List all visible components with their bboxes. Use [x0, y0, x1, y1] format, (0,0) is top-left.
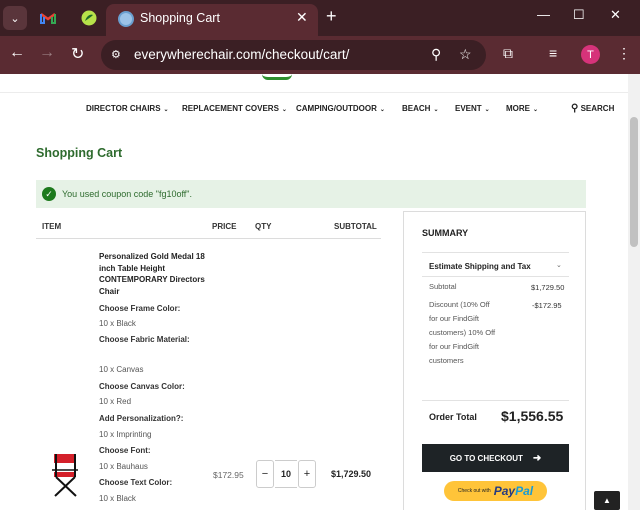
menu-icon[interactable]: ⋮	[617, 45, 631, 62]
nav-beach[interactable]: BEACH ⌄	[402, 104, 438, 113]
tab-search-icon[interactable]: ⌄	[3, 6, 27, 30]
order-summary: SUMMARY Estimate Shipping and Tax ⌄ Subt…	[403, 211, 586, 510]
active-tab[interactable]: Shopping Cart ✕	[106, 4, 318, 36]
qty-decrease-button[interactable]: −	[256, 460, 274, 488]
zoom-icon[interactable]: ⚲	[431, 46, 441, 63]
quantity-stepper: − 10 +	[256, 460, 316, 488]
order-total-label: Order Total	[429, 412, 477, 422]
tab-title: Shopping Cart	[140, 11, 220, 25]
notice-text: You used coupon code "fg10off".	[62, 189, 192, 199]
option-label: Add Personalization?:	[99, 414, 184, 423]
arrow-right-icon: ➜	[532, 452, 542, 464]
chevron-down-icon: ⌄	[433, 107, 439, 113]
option-value: 10 x Black	[99, 494, 136, 503]
maximize-icon[interactable]: ☐	[573, 7, 585, 23]
site-favicon	[118, 11, 134, 27]
forward-icon[interactable]: →	[39, 44, 55, 62]
item-subtotal: $1,729.50	[331, 469, 372, 479]
paypal-logo: PayPal	[493, 484, 534, 498]
option-label: Choose Frame Color:	[99, 304, 181, 313]
chevron-down-icon: ⌄	[533, 107, 539, 113]
nav-director-chairs[interactable]: DIRECTOR CHAIRS ⌄	[86, 104, 169, 113]
chevron-down-icon[interactable]: ⌄	[556, 261, 562, 269]
col-subtotal: SUBTOTAL	[334, 222, 377, 231]
site-info-icon[interactable]: ⚙	[111, 48, 127, 62]
gmail-icon[interactable]	[39, 9, 57, 27]
media-icon[interactable]: ≡	[549, 45, 557, 61]
scrollbar-thumb[interactable]	[630, 117, 638, 247]
browser-toolbar: ← → ↻ ⚙ everywherechair.com/checkout/car…	[0, 36, 640, 74]
product-image[interactable]	[48, 450, 84, 498]
option-label: Choose Canvas Color:	[99, 382, 185, 391]
chevron-down-icon: ⌄	[379, 107, 385, 113]
main-nav: DIRECTOR CHAIRS ⌄ REPLACEMENT COVERS ⌄ CAM…	[0, 103, 628, 118]
tab-strip: ⌄ Shopping Cart ✕ + — ☐ ✕	[0, 0, 640, 36]
summary-divider	[422, 400, 569, 401]
chevron-down-icon: ⌄	[163, 107, 169, 113]
go-to-checkout-button[interactable]: GO TO CHECKOUT ➜	[422, 444, 569, 472]
summary-divider	[422, 276, 569, 277]
back-icon[interactable]: ←	[9, 44, 25, 62]
search-link[interactable]: ⚲ SEARCH	[571, 103, 614, 114]
nav-replacement-covers[interactable]: REPLACEMENT COVERS ⌄	[182, 104, 287, 113]
window-close-icon[interactable]: ✕	[610, 7, 621, 23]
reload-icon[interactable]: ↻	[71, 44, 84, 64]
site-logo[interactable]	[262, 74, 292, 80]
col-item: ITEM	[42, 222, 62, 231]
avatar[interactable]: T	[581, 45, 600, 64]
extensions-icon[interactable]: ⧉	[503, 45, 513, 62]
option-value: 10 x Imprinting	[99, 430, 152, 439]
col-qty: QTY	[255, 222, 272, 231]
option-label: Choose Font:	[99, 446, 151, 455]
paypal-checkout-button[interactable]: Check out with PayPal	[444, 481, 547, 501]
table-header-divider	[36, 238, 381, 239]
page-content: DIRECTOR CHAIRS ⌄ REPLACEMENT COVERS ⌄ CAM…	[0, 74, 628, 510]
estimate-shipping-toggle[interactable]: Estimate Shipping and Tax	[429, 262, 531, 271]
subtotal-label: Subtotal	[429, 282, 457, 291]
nav-event[interactable]: EVENT ⌄	[455, 104, 490, 113]
page-scrollbar[interactable]	[628, 74, 640, 510]
chevron-down-icon: ⌄	[484, 107, 490, 113]
page-title: Shopping Cart	[36, 146, 123, 160]
item-price: $172.95	[213, 470, 244, 480]
discount-label: Discount (10% Off for our FindGift custo…	[429, 300, 496, 365]
back-to-top-button[interactable]: ▲	[594, 491, 620, 510]
search-icon: ⚲	[571, 103, 579, 114]
close-icon[interactable]: ✕	[296, 9, 308, 26]
coupon-notice: ✓ You used coupon code "fg10off".	[36, 180, 586, 208]
url-text[interactable]: everywherechair.com/checkout/cart/	[134, 47, 349, 62]
nav-more[interactable]: MORE ⌄	[506, 104, 538, 113]
option-value: 10 x Red	[99, 397, 132, 406]
option-value: 10 x Bauhaus	[99, 462, 148, 471]
header-divider	[0, 92, 628, 93]
findgift-icon[interactable]	[80, 9, 98, 27]
qty-increase-button[interactable]: +	[298, 460, 316, 488]
qty-input[interactable]: 10	[275, 460, 297, 488]
chevron-up-icon: ▲	[603, 496, 611, 505]
option-value: 10 x Canvas	[99, 365, 144, 374]
subtotal-value: $1,729.50	[531, 283, 565, 292]
bookmark-star-icon[interactable]: ☆	[459, 46, 472, 63]
summary-divider	[422, 252, 569, 253]
product-name[interactable]: Personalized Gold Medal 18 inch Table He…	[99, 251, 209, 297]
address-bar[interactable]: ⚙ everywherechair.com/checkout/cart/ ⚲ ☆	[101, 40, 486, 70]
discount-value: -$172.95	[532, 301, 562, 310]
summary-title: SUMMARY	[422, 228, 469, 238]
option-value: 10 x Black	[99, 319, 136, 328]
order-total-value: $1,556.55	[501, 408, 564, 424]
minimize-icon[interactable]: —	[537, 7, 550, 22]
check-icon: ✓	[42, 187, 56, 201]
chevron-down-icon: ⌄	[281, 107, 287, 113]
new-tab-icon[interactable]: +	[326, 6, 337, 27]
option-label: Choose Text Color:	[99, 478, 173, 487]
nav-camping-outdoor[interactable]: CAMPING/OUTDOOR ⌄	[296, 104, 385, 113]
option-label: Choose Fabric Material:	[99, 335, 190, 344]
col-price: PRICE	[212, 222, 237, 231]
